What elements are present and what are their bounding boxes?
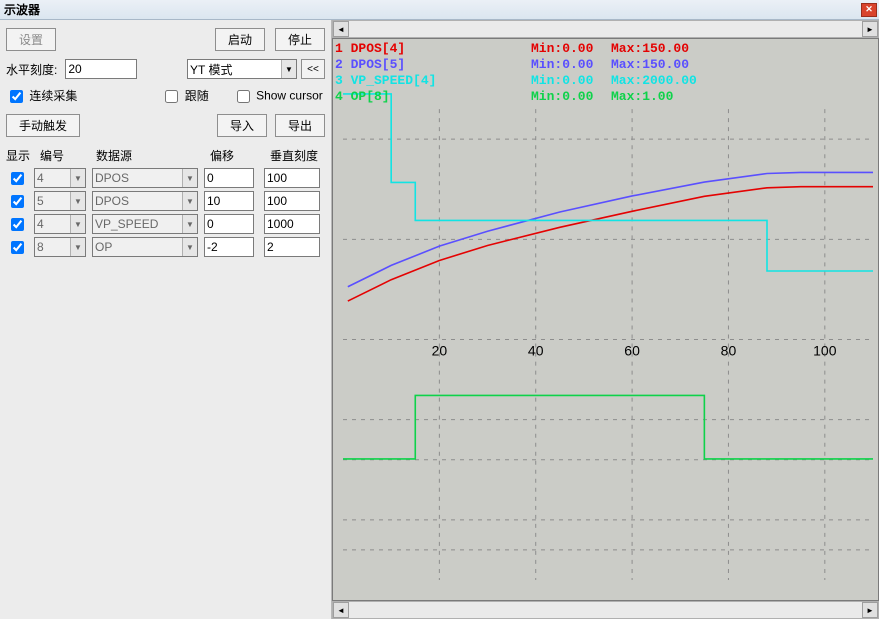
id-combo[interactable]: 8▼	[34, 237, 86, 257]
import-button[interactable]: 导入	[217, 114, 267, 137]
close-button[interactable]: ✕	[861, 3, 877, 17]
id-combo[interactable]: 5▼	[34, 191, 86, 211]
mode-combo-text: YT 模式	[190, 61, 281, 78]
id-combo[interactable]: 4▼	[34, 214, 86, 234]
start-button[interactable]: 启动	[215, 28, 265, 51]
channel-row: 4▼ DPOS▼	[6, 168, 325, 188]
chevron-down-icon: ▼	[182, 192, 197, 210]
vscale-input[interactable]	[264, 168, 320, 188]
chevron-down-icon: ▼	[70, 215, 85, 233]
channel-row: 8▼ OP▼	[6, 237, 325, 257]
offset-input[interactable]	[204, 191, 254, 211]
h-scale-input[interactable]	[65, 59, 137, 79]
h-scrollbar-top[interactable]: ◄ ►	[332, 20, 879, 38]
chevron-down-icon: ▼	[281, 60, 296, 78]
plot-panel: ◄ ► 20 40 60 80 100 1 DPOS[4]Min:0.00Max:150…	[332, 20, 879, 619]
show-checkbox[interactable]	[10, 172, 25, 185]
svg-text:40: 40	[528, 343, 544, 359]
show-checkbox[interactable]	[10, 241, 25, 254]
chevron-down-icon: ▼	[70, 192, 85, 210]
scroll-right-icon[interactable]: ►	[862, 21, 878, 37]
export-button[interactable]: 导出	[275, 114, 325, 137]
scroll-right-icon[interactable]: ►	[862, 602, 878, 618]
channel-row: 4▼ VP_SPEED▼	[6, 214, 325, 234]
legend-row: 1 DPOS[4]Min:0.00Max:150.00	[335, 41, 731, 56]
h-scrollbar-bottom[interactable]: ◄ ►	[332, 601, 879, 619]
svg-text:80: 80	[721, 343, 737, 359]
titlebar: 示波器 ✕	[0, 0, 879, 20]
channel-header: 显示 编号 数据源 偏移 垂直刻度	[6, 147, 325, 164]
manual-trigger-button[interactable]: 手动触发	[6, 114, 80, 137]
offset-input[interactable]	[204, 214, 254, 234]
collapse-button[interactable]: <<	[301, 59, 325, 79]
chevron-down-icon: ▼	[182, 169, 197, 187]
chevron-down-icon: ▼	[70, 238, 85, 256]
h-scale-label: 水平刻度:	[6, 61, 57, 78]
show-cursor-checkbox[interactable]: Show cursor	[233, 87, 323, 106]
legend-row: 4 OP[8]Min:0.00Max:1.00	[335, 89, 731, 104]
chevron-down-icon: ▼	[70, 169, 85, 187]
source-combo[interactable]: OP▼	[92, 237, 198, 257]
svg-text:20: 20	[432, 343, 448, 359]
chevron-down-icon: ▼	[182, 215, 197, 233]
offset-input[interactable]	[204, 237, 254, 257]
vscale-input[interactable]	[264, 191, 320, 211]
stop-button[interactable]: 停止	[275, 28, 325, 51]
show-checkbox[interactable]	[10, 195, 25, 208]
control-panel: 设置 启动 停止 水平刻度: YT 模式 ▼ << 连续采集 跟随	[0, 20, 332, 619]
settings-button[interactable]: 设置	[6, 28, 56, 51]
svg-text:100: 100	[813, 343, 837, 359]
vscale-input[interactable]	[264, 237, 320, 257]
plot-area[interactable]: 20 40 60 80 100 1 DPOS[4]Min:0.00Max:150.002…	[332, 38, 879, 601]
channel-table: 4▼ DPOS▼ 5▼ DPOS▼ 4▼ VP_SPEED▼ 8▼ OP▼	[6, 168, 325, 260]
legend-row: 3 VP_SPEED[4]Min:0.00Max:2000.00	[335, 73, 731, 88]
show-checkbox[interactable]	[10, 218, 25, 231]
cont-acq-checkbox[interactable]: 连续采集	[6, 87, 77, 106]
channel-row: 5▼ DPOS▼	[6, 191, 325, 211]
mode-combo[interactable]: YT 模式 ▼	[187, 59, 297, 79]
legend-row: 2 DPOS[5]Min:0.00Max:150.00	[335, 57, 731, 72]
window-title: 示波器	[4, 1, 40, 18]
scroll-left-icon[interactable]: ◄	[333, 21, 349, 37]
follow-checkbox[interactable]: 跟随	[161, 87, 208, 106]
scroll-left-icon[interactable]: ◄	[333, 602, 349, 618]
source-combo[interactable]: VP_SPEED▼	[92, 214, 198, 234]
offset-input[interactable]	[204, 168, 254, 188]
source-combo[interactable]: DPOS▼	[92, 168, 198, 188]
source-combo[interactable]: DPOS▼	[92, 191, 198, 211]
id-combo[interactable]: 4▼	[34, 168, 86, 188]
vscale-input[interactable]	[264, 214, 320, 234]
chevron-down-icon: ▼	[182, 238, 197, 256]
svg-text:60: 60	[624, 343, 640, 359]
